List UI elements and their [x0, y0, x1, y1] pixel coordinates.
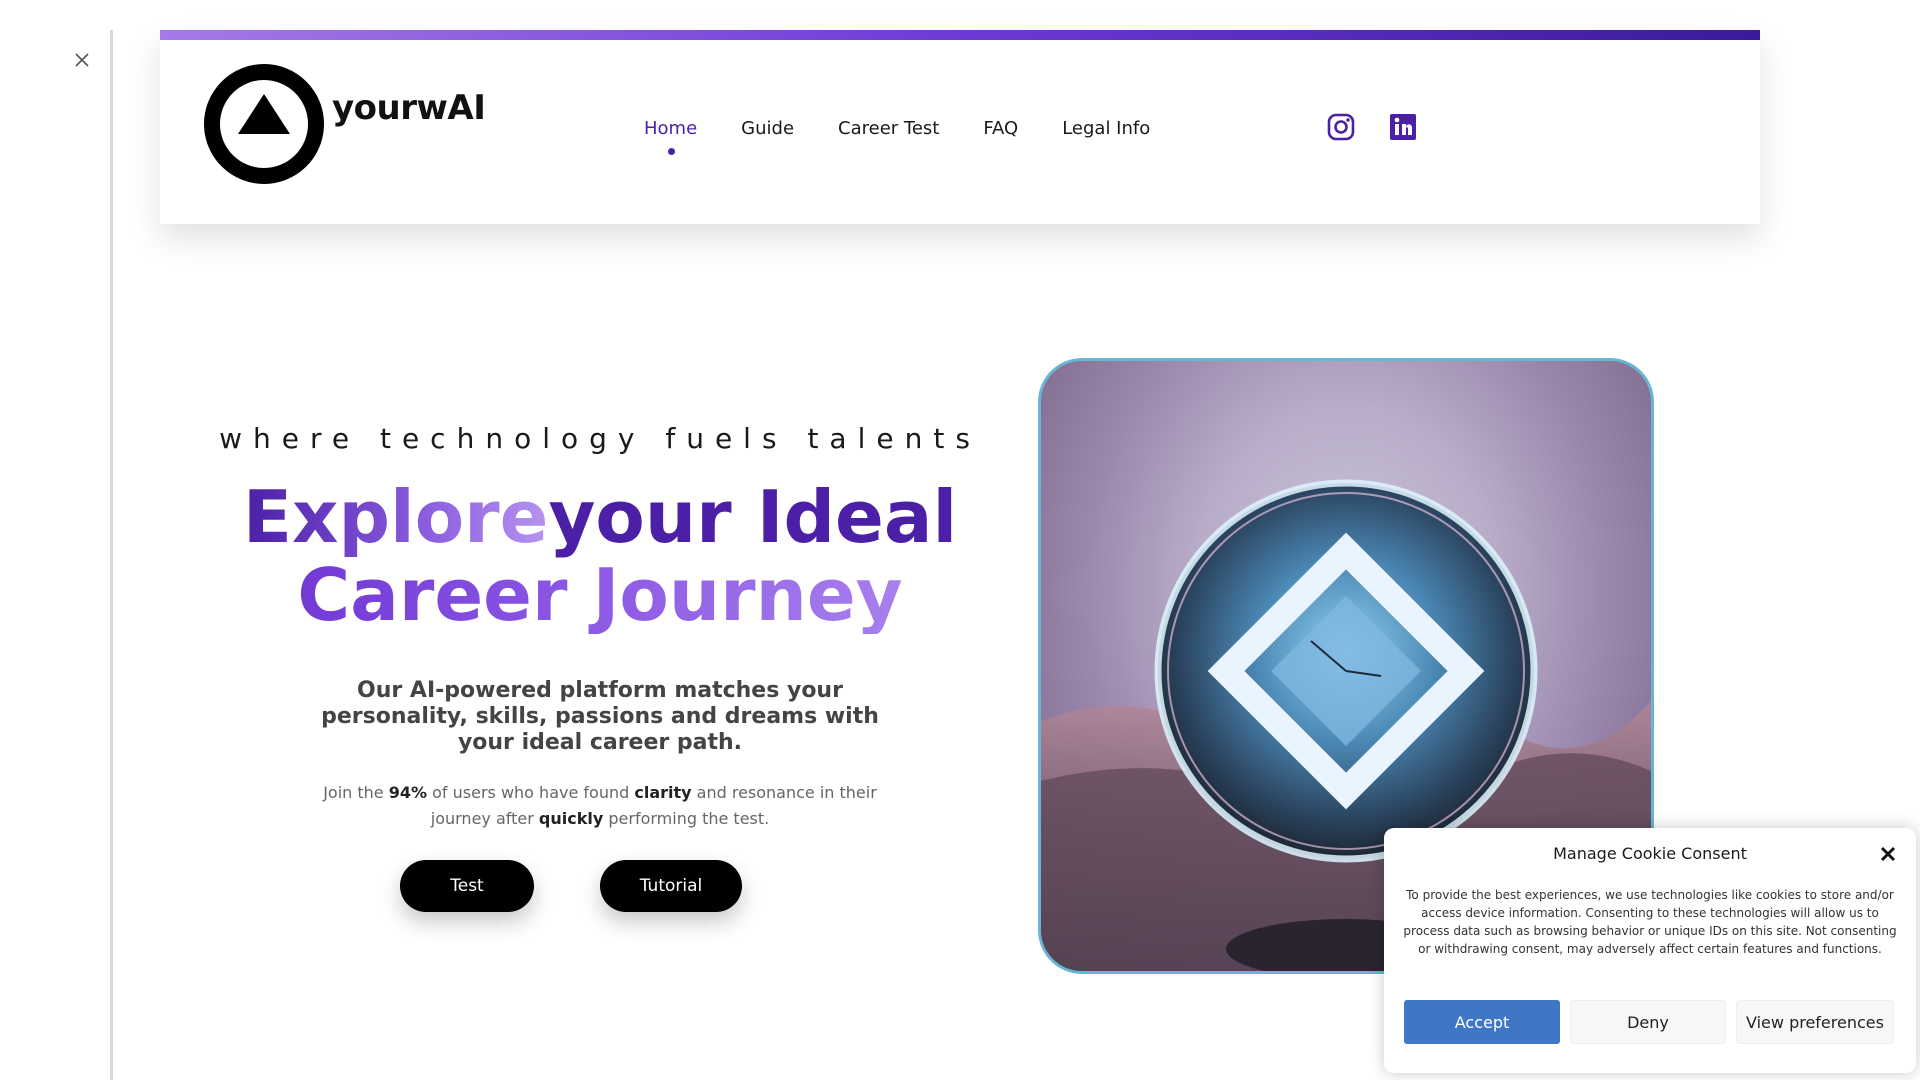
linkedin-icon[interactable]: [1388, 112, 1418, 142]
body-text-segment: Join the: [323, 783, 389, 802]
sidebar-divider: [110, 30, 113, 1080]
nav-item-faq[interactable]: FAQ: [983, 118, 1018, 139]
nav-item-career-test[interactable]: Career Test: [838, 118, 939, 139]
nav-item-label: Legal Info: [1062, 118, 1151, 139]
tagline: where technology fuels talents: [219, 422, 981, 455]
nav-item-label: FAQ: [983, 118, 1019, 139]
nav-item-label: Home: [644, 118, 698, 139]
instagram-icon[interactable]: [1326, 112, 1356, 142]
test-button[interactable]: Test: [400, 860, 534, 912]
nav-item-home[interactable]: Home: [644, 118, 698, 155]
nav-item-legal-info[interactable]: Legal Info: [1062, 118, 1150, 139]
active-indicator-dot: [667, 148, 675, 155]
nav-item-guide[interactable]: Guide: [741, 118, 794, 139]
accept-button[interactable]: Accept: [1404, 1000, 1560, 1044]
main-nav: Home Guide Career Test FAQ Legal Info: [644, 118, 1194, 155]
cookie-consent-dialog: Manage Cookie Consent To provide the bes…: [1384, 828, 1916, 1073]
site-header: yourwAI Home Guide Career Test FAQ Legal…: [160, 30, 1760, 224]
headline-your-ideal: your Ideal: [548, 475, 958, 559]
hero-headline: Exploreyour Ideal Career Journey: [200, 478, 1000, 634]
body-text-segment: of users who have found: [427, 783, 635, 802]
clarity-highlight: clarity: [634, 783, 692, 802]
stat-highlight: 94%: [388, 783, 428, 802]
deny-button[interactable]: Deny: [1570, 1000, 1726, 1044]
headline-explore: Explore: [242, 475, 549, 559]
close-icon[interactable]: [1878, 844, 1898, 864]
close-icon[interactable]: [74, 52, 90, 68]
quickly-highlight: quickly: [538, 809, 604, 828]
nav-item-label: Career Test: [838, 118, 940, 139]
logo-icon[interactable]: [204, 64, 324, 184]
cookie-dialog-title: Manage Cookie Consent: [1553, 844, 1747, 863]
cookie-dialog-text: To provide the best experiences, we use …: [1403, 888, 1897, 956]
header-accent-bar: [160, 30, 1760, 40]
view-preferences-button[interactable]: View preferences: [1736, 1000, 1894, 1044]
hero-subhead: Our AI-powered platform matches your per…: [321, 678, 879, 755]
brand-name[interactable]: yourwAI: [332, 88, 486, 128]
tutorial-button[interactable]: Tutorial: [600, 860, 742, 912]
nav-item-label: Guide: [741, 118, 795, 139]
body-text-segment: performing the test.: [603, 809, 770, 828]
hero-body: Join the 94% of users who have found cla…: [300, 780, 900, 832]
headline-career-journey: Career Journey: [200, 556, 1000, 634]
